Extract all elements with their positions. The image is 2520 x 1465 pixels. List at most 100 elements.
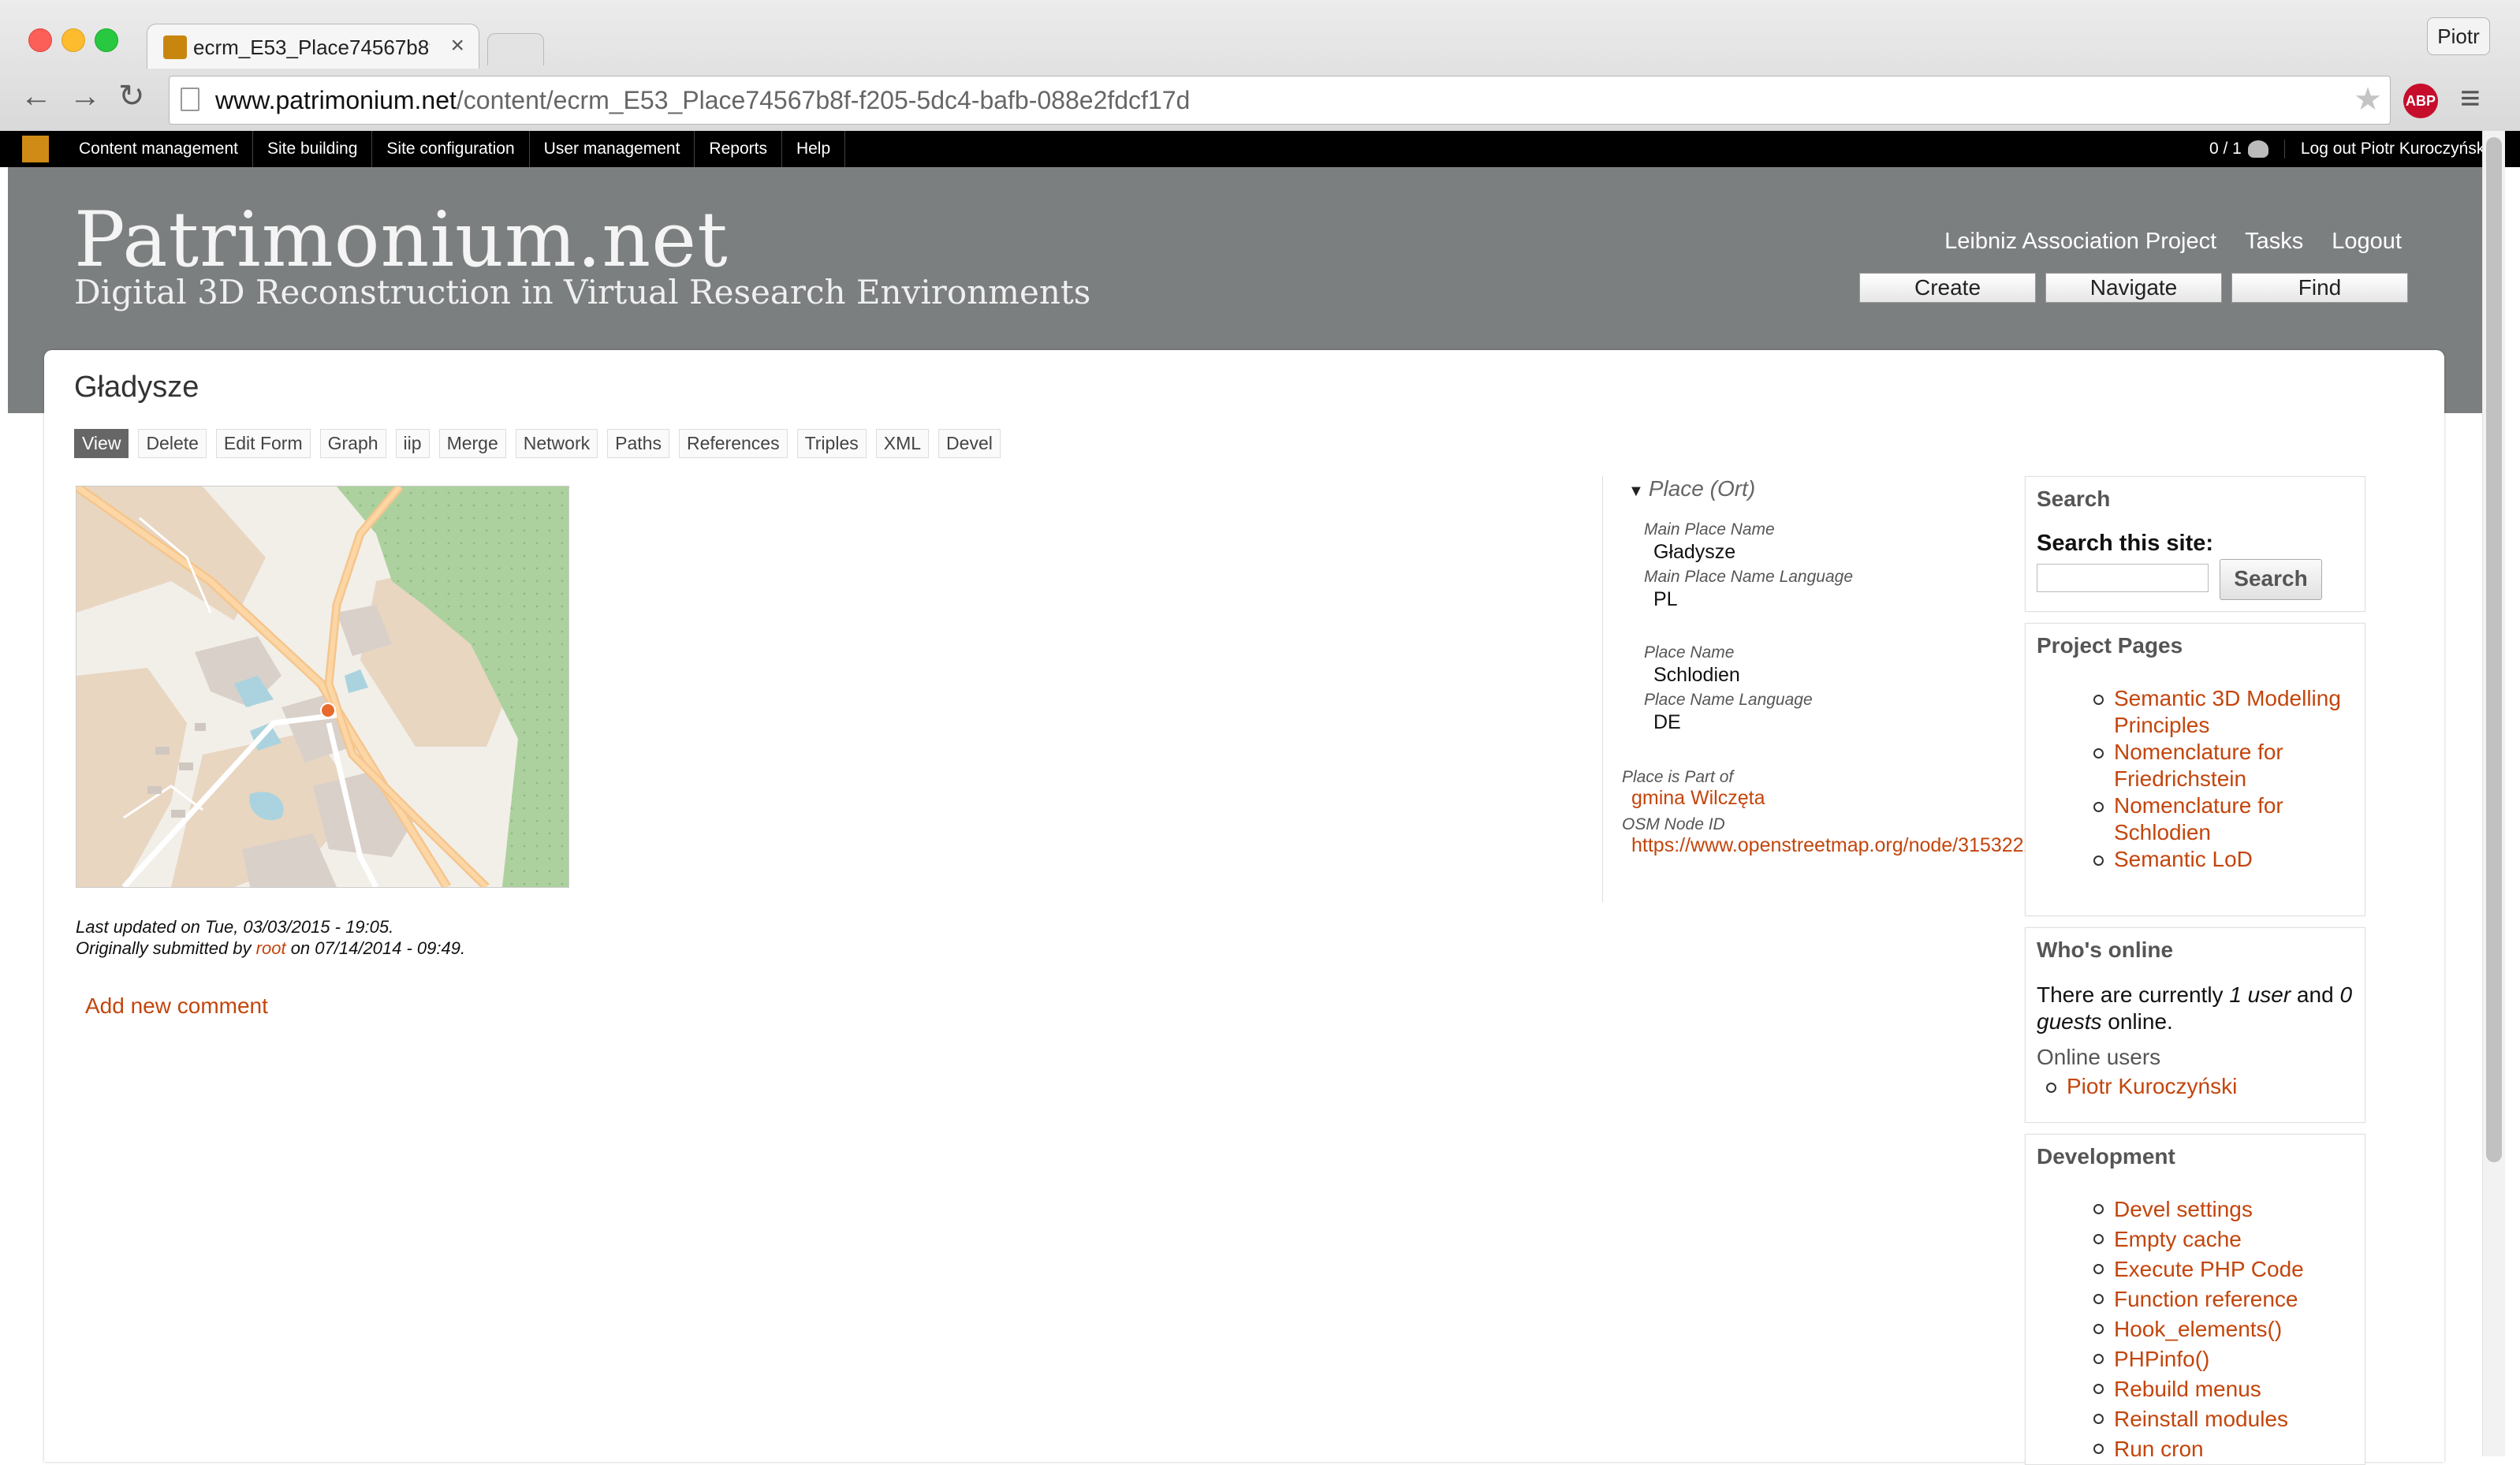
devel-link[interactable]: Hook_elements() bbox=[2093, 1314, 2304, 1344]
devel-link[interactable]: PHPinfo() bbox=[2093, 1344, 2304, 1374]
local-tabs: View Delete Edit Form Graph iip Merge Ne… bbox=[74, 429, 1001, 458]
header-link-tasks[interactable]: Tasks bbox=[2245, 229, 2303, 255]
reload-icon[interactable]: ↻ bbox=[118, 80, 145, 112]
tab-graph[interactable]: Graph bbox=[319, 429, 386, 458]
devel-link[interactable]: Run cron bbox=[2093, 1434, 2304, 1464]
browser-tab[interactable]: ecrm_E53_Place74567b8f-f205-5dc4-bafb-08… bbox=[147, 24, 479, 69]
tab-edit-form[interactable]: Edit Form bbox=[215, 429, 311, 458]
tab-devel[interactable]: Devel bbox=[938, 429, 1001, 458]
profile-button[interactable]: Piotr bbox=[2427, 17, 2490, 55]
osm-map[interactable] bbox=[76, 486, 569, 888]
project-pages-title: Project Pages bbox=[2037, 633, 2183, 658]
admin-link-help[interactable]: Help bbox=[782, 131, 846, 167]
project-page-item[interactable]: Nomenclature for Friedrichstein bbox=[2093, 739, 2341, 792]
project-page-line: Semantic LoD bbox=[2114, 847, 2253, 871]
admin-link-content-management[interactable]: Content management bbox=[65, 131, 253, 167]
address-bar[interactable]: www.patrimonium.net/content/ecrm_E53_Pla… bbox=[169, 76, 2391, 125]
tab-delete[interactable]: Delete bbox=[138, 429, 207, 458]
find-button[interactable]: Find bbox=[2231, 273, 2408, 303]
author-link[interactable]: root bbox=[256, 938, 286, 958]
page-icon bbox=[181, 88, 199, 111]
browser-menu-icon[interactable]: ≡ bbox=[2460, 79, 2481, 118]
bookmark-star-icon[interactable]: ★ bbox=[2354, 81, 2382, 117]
site-slogan: Digital 3D Reconstruction in Virtual Res… bbox=[74, 273, 1091, 311]
whos-online-block: Who's online There are currently 1 user … bbox=[2025, 927, 2365, 1123]
online-user-link[interactable]: Piotr Kuroczyński bbox=[2045, 1073, 2237, 1100]
main-place-name-label: Main Place Name bbox=[1644, 520, 1775, 539]
admin-link-user-management[interactable]: User management bbox=[530, 131, 695, 167]
tab-triples[interactable]: Triples bbox=[796, 429, 867, 458]
tab-title: ecrm_E53_Place74567b8f-f205-5dc4-bafb-08… bbox=[193, 35, 430, 59]
users-icon bbox=[2247, 140, 2268, 158]
tab-view[interactable]: View bbox=[74, 429, 129, 458]
header-links: Leibniz Association Project Tasks Logout bbox=[1944, 229, 2402, 255]
header-buttons: Create Navigate Find bbox=[1859, 273, 2408, 303]
tab-paths[interactable]: Paths bbox=[607, 429, 669, 458]
online-text-2: and bbox=[2291, 982, 2340, 1007]
tab-references[interactable]: References bbox=[678, 429, 788, 458]
maximize-window-icon[interactable] bbox=[95, 28, 118, 52]
tab-network[interactable]: Network bbox=[515, 429, 598, 458]
new-tab-button[interactable] bbox=[487, 33, 544, 65]
scrollbar-thumb[interactable] bbox=[2486, 137, 2502, 1162]
add-comment-link[interactable]: Add new comment bbox=[85, 993, 268, 1019]
main-place-name-value: Gładysze bbox=[1653, 541, 1736, 563]
admin-logout-link[interactable]: Log out Piotr Kuroczyński bbox=[2285, 140, 2488, 158]
project-page-item[interactable]: Semantic 3D Modelling Principles bbox=[2093, 685, 2341, 739]
admin-link-reports[interactable]: Reports bbox=[695, 131, 782, 167]
tab-close-icon[interactable]: × bbox=[450, 32, 464, 59]
back-arrow-icon[interactable]: ← bbox=[21, 80, 52, 112]
place-name-value: Schlodien bbox=[1653, 664, 1740, 686]
forward-arrow-icon[interactable]: → bbox=[69, 80, 101, 112]
url-text[interactable]: www.patrimonium.net/content/ecrm_E53_Pla… bbox=[215, 86, 1190, 115]
admin-user-area: 0 / 1 Log out Piotr Kuroczyński bbox=[2209, 131, 2488, 167]
project-page-line: Nomenclature for bbox=[2114, 793, 2283, 818]
header-link-leibniz[interactable]: Leibniz Association Project bbox=[1944, 229, 2216, 255]
drupal-logo-icon[interactable] bbox=[22, 136, 49, 162]
devel-link[interactable]: Reinstall modules bbox=[2093, 1404, 2304, 1434]
search-label: Search this site: bbox=[2037, 531, 2214, 556]
submitted-prefix: Originally submitted by bbox=[76, 938, 256, 958]
project-page-item[interactable]: Nomenclature for Schlodien bbox=[2093, 792, 2341, 846]
osm-node-link[interactable]: https://www.openstreetmap.org/node/31532… bbox=[1631, 834, 2045, 857]
part-of-link[interactable]: gmina Wilczęta bbox=[1631, 787, 1765, 810]
navigate-button[interactable]: Navigate bbox=[2045, 273, 2222, 303]
submitted-suffix: on 07/14/2014 - 09:49. bbox=[285, 938, 466, 958]
close-window-icon[interactable] bbox=[28, 28, 52, 52]
submitted-info: Last updated on Tue, 03/03/2015 - 19:05.… bbox=[76, 916, 465, 959]
admin-toolbar: Content management Site building Site co… bbox=[0, 131, 2520, 167]
site-name[interactable]: Patrimonium.net bbox=[74, 196, 729, 284]
project-page-item[interactable]: Semantic LoD bbox=[2093, 846, 2341, 873]
map-image bbox=[76, 486, 568, 887]
tab-merge[interactable]: Merge bbox=[438, 429, 506, 458]
devel-link[interactable]: Devel settings bbox=[2093, 1195, 2304, 1225]
url-host: www.patrimonium.net bbox=[215, 86, 457, 114]
devel-link[interactable]: Execute PHP Code bbox=[2093, 1254, 2304, 1284]
admin-menu: Content management Site building Site co… bbox=[65, 131, 846, 167]
place-legend[interactable]: ▼ Place (Ort) bbox=[1628, 476, 1755, 501]
search-input[interactable] bbox=[2037, 564, 2209, 592]
osm-node-label: OSM Node ID bbox=[1622, 815, 1725, 833]
admin-link-site-building[interactable]: Site building bbox=[253, 131, 373, 167]
development-block: Development Devel settings Empty cache E… bbox=[2025, 1134, 2365, 1465]
header-link-logout[interactable]: Logout bbox=[2332, 229, 2402, 255]
submitted-line: Originally submitted by root on 07/14/20… bbox=[76, 938, 465, 959]
page-scrollbar[interactable] bbox=[2482, 131, 2505, 1456]
create-button[interactable]: Create bbox=[1859, 273, 2036, 303]
online-user-count: 1 user bbox=[2229, 982, 2291, 1007]
place-fieldset: ▼ Place (Ort) Main Place Name Gładysze Ma… bbox=[1602, 476, 2084, 902]
main-place-language-label: Main Place Name Language bbox=[1644, 568, 1854, 586]
devel-link[interactable]: Rebuild menus bbox=[2093, 1374, 2304, 1404]
browser-chrome: ecrm_E53_Place74567b8f-f205-5dc4-bafb-08… bbox=[0, 0, 2520, 132]
devel-link[interactable]: Function reference bbox=[2093, 1284, 2304, 1314]
admin-link-site-configuration[interactable]: Site configuration bbox=[372, 131, 530, 167]
project-page-line: Schlodien bbox=[2114, 820, 2211, 844]
tab-xml[interactable]: XML bbox=[875, 429, 930, 458]
adblock-icon[interactable]: ABP bbox=[2403, 84, 2438, 118]
search-button[interactable]: Search bbox=[2220, 559, 2322, 600]
online-users-list: Piotr Kuroczyński bbox=[2045, 1073, 2237, 1100]
minimize-window-icon[interactable] bbox=[62, 28, 85, 52]
tab-iip[interactable]: iip bbox=[395, 429, 430, 458]
devel-link[interactable]: Empty cache bbox=[2093, 1225, 2304, 1254]
page-title: Gładysze bbox=[74, 371, 199, 404]
